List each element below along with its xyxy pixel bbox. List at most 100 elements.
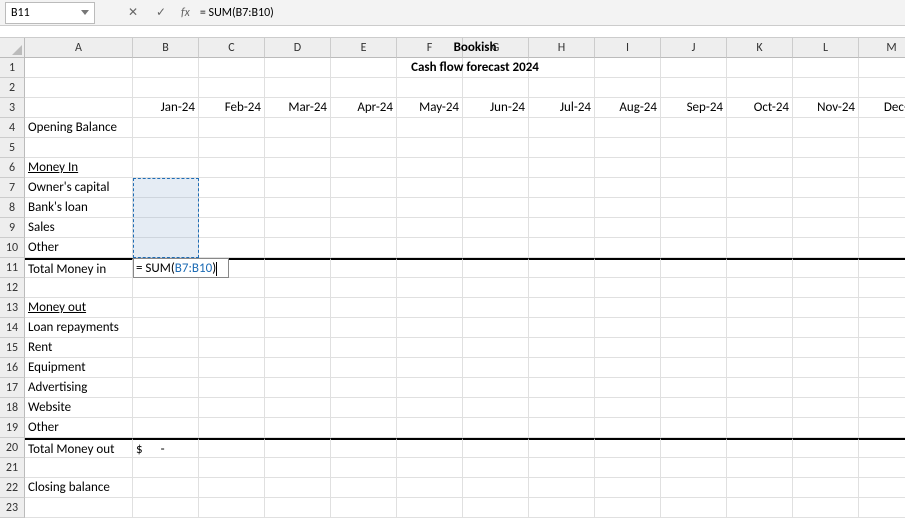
- cell-F23[interactable]: [397, 498, 463, 518]
- cell-G2[interactable]: [463, 78, 529, 98]
- cell-L8[interactable]: [793, 198, 859, 218]
- cell-J17[interactable]: [661, 378, 727, 398]
- cell-E18[interactable]: [331, 398, 397, 418]
- row-header-1[interactable]: 1: [0, 58, 25, 78]
- cancel-icon[interactable]: ✕: [125, 5, 141, 21]
- cell-C8[interactable]: [199, 198, 265, 218]
- cell-K4[interactable]: [727, 118, 793, 138]
- cell-D2[interactable]: [265, 78, 331, 98]
- cell-E23[interactable]: [331, 498, 397, 518]
- cell-A18[interactable]: Website: [25, 398, 133, 418]
- cell-M5[interactable]: [859, 138, 905, 158]
- cell-G3[interactable]: Jun-24: [463, 98, 529, 118]
- row-header-12[interactable]: 12: [0, 278, 25, 298]
- cell-E22[interactable]: [331, 478, 397, 498]
- cell-A7[interactable]: Owner's capital: [25, 178, 133, 198]
- cell-J3[interactable]: Sep-24: [661, 98, 727, 118]
- cell-B5[interactable]: [133, 138, 199, 158]
- cell-K2[interactable]: [727, 78, 793, 98]
- cell-B18[interactable]: [133, 398, 199, 418]
- cell-J20[interactable]: [661, 438, 727, 458]
- cell-C16[interactable]: [199, 358, 265, 378]
- row-header-14[interactable]: 14: [0, 318, 25, 338]
- cell-I21[interactable]: [595, 458, 661, 478]
- cell-D13[interactable]: [265, 298, 331, 318]
- cell-F22[interactable]: [397, 478, 463, 498]
- cell-B9[interactable]: [133, 218, 199, 238]
- cell-L5[interactable]: [793, 138, 859, 158]
- cell-M4[interactable]: [859, 118, 905, 138]
- cell-K12[interactable]: [727, 278, 793, 298]
- cell-E21[interactable]: [331, 458, 397, 478]
- cell-L19[interactable]: [793, 418, 859, 438]
- cell-H22[interactable]: [529, 478, 595, 498]
- cell-D14[interactable]: [265, 318, 331, 338]
- row-header-11[interactable]: 11: [0, 258, 25, 278]
- cell-K14[interactable]: [727, 318, 793, 338]
- cell-F5[interactable]: [397, 138, 463, 158]
- cell-H3[interactable]: Jul-24: [529, 98, 595, 118]
- cell-C7[interactable]: [199, 178, 265, 198]
- cell-I3[interactable]: Aug-24: [595, 98, 661, 118]
- cell-E13[interactable]: [331, 298, 397, 318]
- cell-B7[interactable]: [133, 178, 199, 198]
- cell-C17[interactable]: [199, 378, 265, 398]
- cell-B6[interactable]: [133, 158, 199, 178]
- cell-K20[interactable]: [727, 438, 793, 458]
- cell-H2[interactable]: [529, 78, 595, 98]
- cell-L11[interactable]: [793, 258, 859, 278]
- cell-H11[interactable]: [529, 258, 595, 278]
- cell-G17[interactable]: [463, 378, 529, 398]
- cell-H13[interactable]: [529, 298, 595, 318]
- cell-K7[interactable]: [727, 178, 793, 198]
- cell-G19[interactable]: [463, 418, 529, 438]
- cell-B20[interactable]: $-: [133, 438, 199, 458]
- cell-F17[interactable]: [397, 378, 463, 398]
- cell-L23[interactable]: [793, 498, 859, 518]
- cell-J14[interactable]: [661, 318, 727, 338]
- cell-H7[interactable]: [529, 178, 595, 198]
- cell-E2[interactable]: [331, 78, 397, 98]
- cell-D20[interactable]: [265, 438, 331, 458]
- formula-input[interactable]: = SUM(B7:B10): [200, 6, 274, 20]
- row-header-6[interactable]: 6: [0, 158, 25, 178]
- cell-K21[interactable]: [727, 458, 793, 478]
- cell-C23[interactable]: [199, 498, 265, 518]
- cell-C22[interactable]: [199, 478, 265, 498]
- cell-L20[interactable]: [793, 438, 859, 458]
- cell-M6[interactable]: [859, 158, 905, 178]
- cell-E20[interactable]: [331, 438, 397, 458]
- cell-A4[interactable]: Opening Balance: [25, 118, 133, 138]
- cell-G8[interactable]: [463, 198, 529, 218]
- cell-L6[interactable]: [793, 158, 859, 178]
- cell-L14[interactable]: [793, 318, 859, 338]
- cell-C12[interactable]: [199, 278, 265, 298]
- cell-F10[interactable]: [397, 238, 463, 258]
- cell-K22[interactable]: [727, 478, 793, 498]
- cell-F13[interactable]: [397, 298, 463, 318]
- cell-I12[interactable]: [595, 278, 661, 298]
- cell-I9[interactable]: [595, 218, 661, 238]
- cell-J5[interactable]: [661, 138, 727, 158]
- cell-C13[interactable]: [199, 298, 265, 318]
- cell-E8[interactable]: [331, 198, 397, 218]
- cell-H12[interactable]: [529, 278, 595, 298]
- cell-L13[interactable]: [793, 298, 859, 318]
- cell-J15[interactable]: [661, 338, 727, 358]
- cell-D5[interactable]: [265, 138, 331, 158]
- cell-I6[interactable]: [595, 158, 661, 178]
- cell-H16[interactable]: [529, 358, 595, 378]
- cell-E3[interactable]: Apr-24: [331, 98, 397, 118]
- cell-K8[interactable]: [727, 198, 793, 218]
- cell-M14[interactable]: [859, 318, 905, 338]
- cell-C14[interactable]: [199, 318, 265, 338]
- cell-G16[interactable]: [463, 358, 529, 378]
- cell-I17[interactable]: [595, 378, 661, 398]
- cell-L10[interactable]: [793, 238, 859, 258]
- spreadsheet-grid[interactable]: ABCDEFGHIJKLM123Jan-24Feb-24Mar-24Apr-24…: [0, 38, 905, 518]
- cell-M20[interactable]: [859, 438, 905, 458]
- cell-K11[interactable]: [727, 258, 793, 278]
- cell-G14[interactable]: [463, 318, 529, 338]
- fx-icon[interactable]: fx: [181, 6, 190, 20]
- cell-F20[interactable]: [397, 438, 463, 458]
